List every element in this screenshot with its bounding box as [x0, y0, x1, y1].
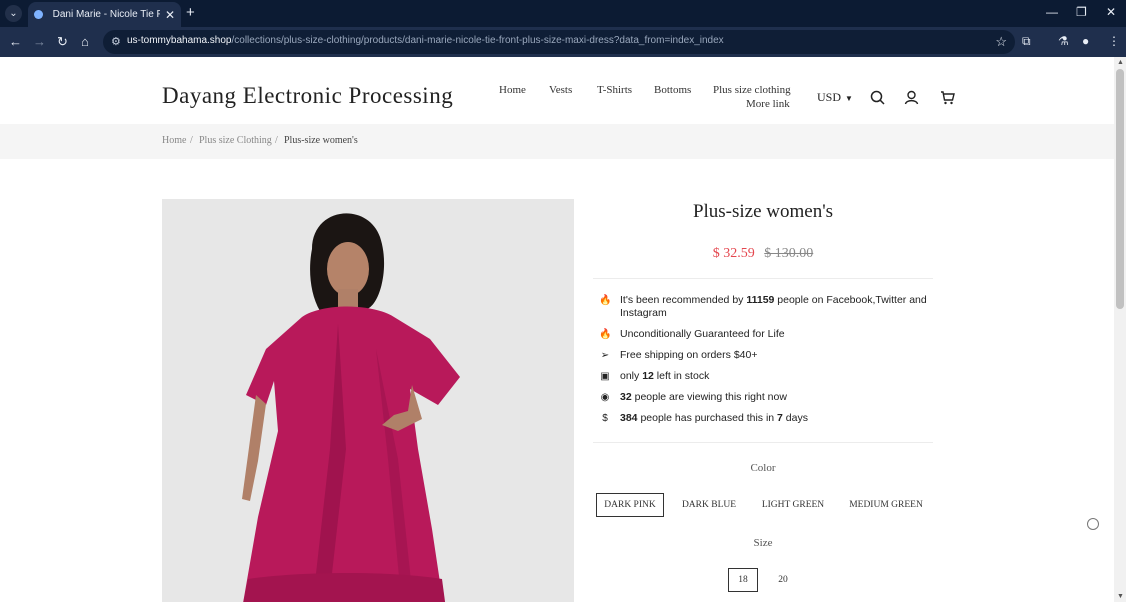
color-option-dark-blue[interactable]: DARK BLUE — [676, 493, 742, 517]
reload-icon[interactable]: ↻ — [57, 34, 68, 50]
color-option-medium-green[interactable]: MEDIUM GREEN — [844, 493, 928, 517]
account-icon[interactable] — [904, 90, 919, 105]
nav-more-link[interactable]: More link — [746, 98, 790, 110]
breadcrumb: Home / Plus size Clothing / Plus-size wo… — [0, 124, 1114, 159]
nav-vests[interactable]: Vests — [549, 84, 572, 96]
site-logo[interactable]: Dayang Electronic Processing — [162, 83, 453, 109]
eye-icon: ◉ — [600, 392, 610, 403]
color-option-dark-pink[interactable]: DARK PINK — [596, 493, 664, 517]
product-title: Plus-size women's — [692, 201, 834, 222]
divider — [593, 442, 933, 443]
new-tab-icon[interactable]: + — [186, 5, 195, 20]
close-window-icon[interactable]: ✕ — [1106, 5, 1116, 19]
bookmark-star-icon[interactable]: ☆ — [995, 34, 1007, 50]
url-text: us-tommybahama.shop/collections/plus-siz… — [127, 35, 724, 46]
scroll-thumb[interactable] — [1116, 69, 1124, 309]
model-in-dress-image — [162, 199, 574, 602]
breadcrumb-separator: / — [275, 135, 278, 146]
tab-search-icon[interactable]: ⌄ — [5, 5, 22, 22]
tab-title: Dani Marie - Nicole Tie Front P — [52, 9, 160, 20]
size-option-20[interactable]: 20 — [768, 568, 798, 592]
breadcrumb-home[interactable]: Home — [162, 135, 186, 146]
extensions-icon[interactable]: ⧉ — [1022, 34, 1031, 49]
scroll-down-icon[interactable]: ▼ — [1117, 593, 1124, 600]
back-icon[interactable]: ← — [9, 34, 22, 50]
profile-icon[interactable]: ● — [1082, 34, 1089, 48]
search-icon[interactable] — [870, 90, 885, 105]
breadcrumb-current: Plus-size women's — [284, 135, 358, 146]
fire-icon: 🔥 — [599, 295, 612, 306]
favicon-icon — [34, 10, 43, 19]
forward-icon[interactable]: → — [33, 34, 46, 50]
site-info-icon[interactable]: ⚙ — [111, 35, 121, 48]
sale-price: $ 32.59 — [712, 246, 755, 261]
compare-price: $ 130.00 — [764, 246, 814, 261]
browser-tab[interactable]: Dani Marie - Nicole Tie Front P ✕ — [28, 2, 181, 27]
box-icon: ▣ — [600, 371, 610, 382]
size-label: Size — [753, 537, 773, 549]
product-image[interactable] — [162, 199, 574, 602]
dollar-icon: $ — [602, 413, 608, 424]
home-icon[interactable]: ⌂ — [81, 34, 89, 50]
nav-home[interactable]: Home — [499, 84, 526, 96]
price-row: $ 32.59 $ 130.00 — [593, 246, 933, 262]
web-page: Dayang Electronic Processing Home Vests … — [0, 57, 1114, 602]
address-bar[interactable]: ⚙ us-tommybahama.shop/collections/plus-s… — [103, 30, 1015, 54]
page-scrollbar[interactable]: ▲ ▼ — [1114, 57, 1126, 602]
menu-kebab-icon[interactable]: ⋮ — [1108, 34, 1120, 48]
shipping-icon: ➢ — [600, 350, 610, 361]
close-tab-icon[interactable]: ✕ — [165, 8, 175, 22]
minimize-icon[interactable]: — — [1046, 5, 1058, 19]
nav-t-shirts[interactable]: T-Shirts — [597, 84, 632, 96]
color-option-light-green[interactable]: LIGHT GREEN — [756, 493, 830, 517]
browser-tab-strip: ⌄ Dani Marie - Nicole Tie Front P ✕ + — … — [0, 0, 1126, 27]
caret-down-icon: ▼ — [845, 94, 853, 103]
color-label: Color — [750, 462, 776, 474]
size-option-18[interactable]: 18 — [728, 568, 758, 592]
restore-icon[interactable]: ❐ — [1076, 5, 1087, 19]
nav-bottoms[interactable]: Bottoms — [654, 84, 691, 96]
nav-plus-size-clothing[interactable]: Plus size clothing — [713, 84, 791, 96]
chat-help-icon[interactable] — [1087, 518, 1099, 530]
breadcrumb-separator: / — [190, 135, 193, 146]
cart-icon[interactable] — [940, 90, 955, 105]
labs-icon[interactable]: ⚗ — [1058, 34, 1069, 48]
currency-selector[interactable]: USD ▼ — [817, 90, 853, 105]
scroll-up-icon[interactable]: ▲ — [1117, 59, 1124, 66]
fire-icon: 🔥 — [599, 329, 612, 340]
breadcrumb-plus-size-clothing[interactable]: Plus size Clothing — [199, 135, 272, 146]
divider — [593, 278, 933, 279]
browser-toolbar: ← → ↻ ⌂ ⚙ us-tommybahama.shop/collection… — [0, 27, 1126, 57]
